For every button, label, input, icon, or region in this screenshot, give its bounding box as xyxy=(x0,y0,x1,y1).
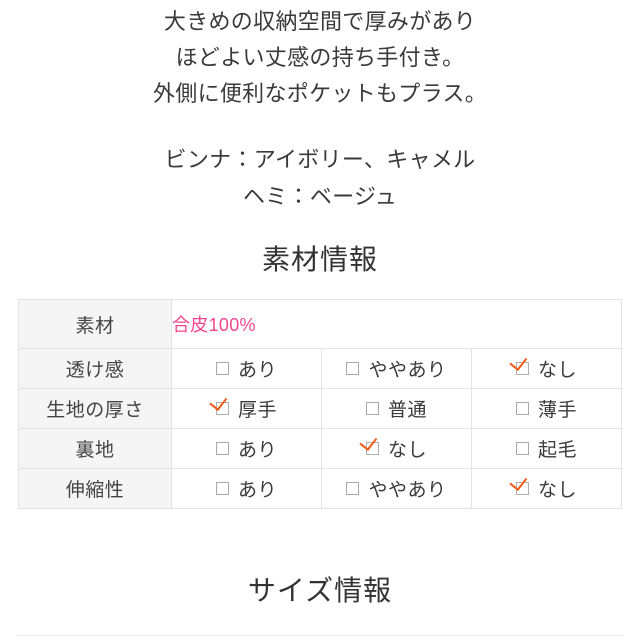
material-table-body: 素材 合皮100% 透け感 あり ややあり なし 生地の厚さ 厚手 普通 薄手 … xyxy=(18,299,622,509)
checkbox-unchecked-icon[interactable] xyxy=(515,442,529,455)
option-label: ややあり xyxy=(368,480,447,501)
option-cell-thickness-1[interactable]: 厚手 xyxy=(171,388,322,429)
description-line-3: 外側に便利なポケットもプラス。 xyxy=(152,81,488,106)
checkbox-unchecked-icon[interactable] xyxy=(215,482,229,495)
checkbox-unchecked-icon[interactable] xyxy=(346,362,360,375)
option-label: あり xyxy=(237,480,277,501)
option-cell-lining-3[interactable]: 起毛 xyxy=(471,428,622,469)
option-cell-sheerness-1[interactable]: あり xyxy=(171,348,322,389)
checkbox-unchecked-icon[interactable] xyxy=(215,362,229,375)
checkbox-unchecked-icon[interactable] xyxy=(365,402,379,415)
row-label-sheerness: 透け感 xyxy=(18,348,172,389)
color-variant-line-2: ヘミ：ベージュ xyxy=(242,184,398,209)
option-cell-sheerness-3[interactable]: なし xyxy=(471,348,622,389)
row-label-stretch: 伸縮性 xyxy=(18,468,172,509)
description-line-1: 大きめの収納空間で厚みがあり xyxy=(163,9,477,34)
color-variants-note: ビンナ：アイボリー、キャメル ヘミ：ベージュ xyxy=(0,141,640,215)
product-description: 大きめの収納空間で厚みがあり ほどよい丈感の持ち手付き。 外側に便利なポケットも… xyxy=(0,0,640,112)
material-table-wrapper: 素材 合皮100% 透け感 あり ややあり なし 生地の厚さ 厚手 普通 薄手 … xyxy=(18,299,622,509)
option-cell-sheerness-2[interactable]: ややあり xyxy=(321,348,472,389)
checkbox-checked-icon[interactable] xyxy=(515,482,529,495)
option-cell-stretch-2[interactable]: ややあり xyxy=(321,468,472,509)
row-label-thickness: 生地の厚さ xyxy=(18,388,172,429)
table-row: 裏地 あり なし 起毛 xyxy=(18,428,622,469)
table-row: 伸縮性 あり ややあり なし xyxy=(18,468,622,509)
option-label: あり xyxy=(237,360,277,381)
table-row: 生地の厚さ 厚手 普通 薄手 xyxy=(18,388,622,429)
option-label: 薄手 xyxy=(537,400,577,421)
size-section-heading: サイズ情報 xyxy=(247,575,393,606)
table-row: 素材 合皮100% xyxy=(18,299,622,349)
material-table: 素材 合皮100% 透け感 あり ややあり なし 生地の厚さ 厚手 普通 薄手 … xyxy=(18,299,622,509)
table-row: 透け感 あり ややあり なし xyxy=(18,348,622,389)
option-label: なし xyxy=(537,360,577,381)
color-variant-line-1: ビンナ：アイボリー、キャメル xyxy=(164,147,476,172)
option-cell-stretch-3[interactable]: なし xyxy=(471,468,622,509)
material-value: 合皮100% xyxy=(171,299,622,349)
option-label: 厚手 xyxy=(237,400,277,421)
description-line-2: ほどよい丈感の持ち手付き。 xyxy=(175,45,465,70)
option-label: なし xyxy=(537,480,577,501)
option-label: あり xyxy=(237,440,277,461)
row-label-lining: 裏地 xyxy=(18,428,172,469)
checkbox-unchecked-icon[interactable] xyxy=(515,402,529,415)
option-cell-thickness-2[interactable]: 普通 xyxy=(321,388,472,429)
option-cell-lining-2[interactable]: なし xyxy=(321,428,472,469)
checkbox-checked-icon[interactable] xyxy=(365,442,379,455)
option-cell-lining-1[interactable]: あり xyxy=(171,428,322,469)
row-label-material: 素材 xyxy=(18,299,172,349)
checkbox-unchecked-icon[interactable] xyxy=(215,442,229,455)
product-detail-page: 大きめの収納空間で厚みがあり ほどよい丈感の持ち手付き。 外側に便利なポケットも… xyxy=(0,0,640,640)
option-label: なし xyxy=(387,440,427,461)
checkbox-checked-icon[interactable] xyxy=(515,362,529,375)
material-section-heading: 素材情報 xyxy=(261,244,378,275)
option-label: 普通 xyxy=(387,400,427,421)
option-label: ややあり xyxy=(368,360,447,381)
checkbox-checked-icon[interactable] xyxy=(215,402,229,415)
option-cell-thickness-3[interactable]: 薄手 xyxy=(471,388,622,429)
option-cell-stretch-1[interactable]: あり xyxy=(171,468,322,509)
bottom-divider xyxy=(18,635,622,636)
option-label: 起毛 xyxy=(537,440,577,461)
checkbox-unchecked-icon[interactable] xyxy=(346,482,360,495)
